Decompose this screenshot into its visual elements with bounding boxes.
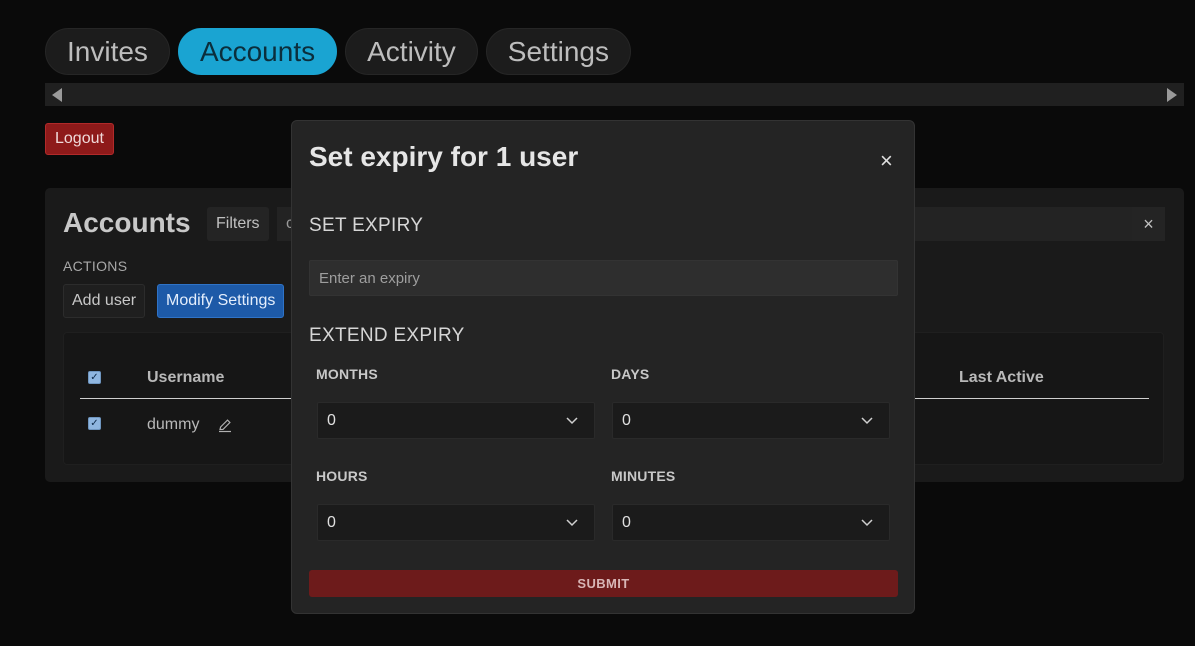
logout-button[interactable]: Logout xyxy=(45,123,114,155)
accounts-title: Accounts xyxy=(63,207,191,238)
hours-value: 0 xyxy=(327,513,336,531)
table-cell-username: dummy xyxy=(147,416,200,433)
chevron-down-icon xyxy=(861,519,873,527)
modify-settings-button[interactable]: Modify Settings xyxy=(157,284,285,318)
minutes-value: 0 xyxy=(622,513,631,531)
months-value: 0 xyxy=(327,411,336,429)
hours-select[interactable]: 0 xyxy=(317,504,595,541)
months-label: MONTHS xyxy=(316,366,378,382)
select-all-checkbox[interactable]: ✓ xyxy=(88,371,101,384)
months-select[interactable]: 0 xyxy=(317,402,595,439)
chevron-down-icon xyxy=(566,519,578,527)
add-user-button[interactable]: Add user xyxy=(63,284,146,318)
scroll-left-arrow-icon[interactable] xyxy=(52,88,62,102)
tab-scrollbar[interactable] xyxy=(45,83,1184,106)
minutes-label: MINUTES xyxy=(611,468,676,484)
tab-accounts[interactable]: Accounts xyxy=(177,28,338,75)
modal-title: Set expiry for 1 user xyxy=(309,141,579,172)
days-label: DAYS xyxy=(611,366,650,382)
extend-expiry-heading: EXTEND EXPIRY xyxy=(309,325,465,346)
search-clear-button[interactable]: × xyxy=(1132,207,1165,241)
tab-invites[interactable]: Invites xyxy=(45,28,170,75)
scroll-right-arrow-icon[interactable] xyxy=(1167,88,1177,102)
column-header-username: Username xyxy=(147,369,225,386)
edit-pencil-icon[interactable] xyxy=(217,417,233,433)
set-expiry-modal: Set expiry for 1 user × SET EXPIRY EXTEN… xyxy=(291,120,915,614)
set-expiry-heading: SET EXPIRY xyxy=(309,215,424,236)
chevron-down-icon xyxy=(566,417,578,425)
tab-bar: Invites Accounts Activity Settings xyxy=(45,28,631,75)
column-header-last-active: Last Active xyxy=(959,369,1044,386)
close-icon[interactable]: × xyxy=(880,148,893,174)
filters-button[interactable]: Filters xyxy=(207,207,269,241)
chevron-down-icon xyxy=(861,417,873,425)
actions-label: ACTIONS xyxy=(63,258,128,274)
expiry-input[interactable] xyxy=(309,260,898,296)
tab-settings[interactable]: Settings xyxy=(485,28,631,75)
row-checkbox[interactable]: ✓ xyxy=(88,417,101,430)
page: Invites Accounts Activity Settings Logou… xyxy=(0,0,1195,646)
days-value: 0 xyxy=(622,411,631,429)
submit-button[interactable]: SUBMIT xyxy=(309,570,898,597)
hours-label: HOURS xyxy=(316,468,368,484)
minutes-select[interactable]: 0 xyxy=(612,504,890,541)
tab-activity[interactable]: Activity xyxy=(345,28,478,75)
days-select[interactable]: 0 xyxy=(612,402,890,439)
